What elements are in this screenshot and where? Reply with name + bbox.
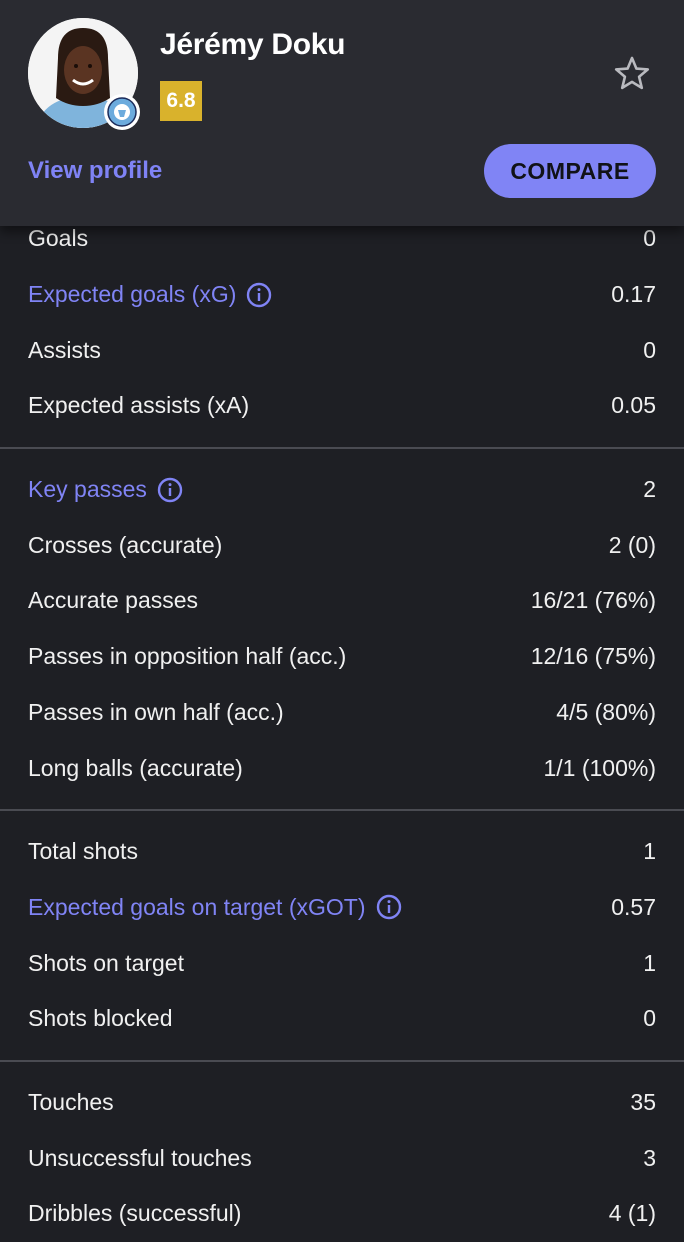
stat-label-text: Accurate passes xyxy=(28,587,199,614)
info-circle-icon[interactable] xyxy=(147,477,183,503)
stat-label-text: Total shots xyxy=(28,838,138,865)
stat-label: Long balls (accurate) xyxy=(28,755,243,782)
stat-label[interactable]: Key passes xyxy=(28,476,183,503)
stat-label: Goals xyxy=(28,225,88,252)
stat-label-text: Unsuccessful touches xyxy=(28,1144,252,1171)
player-rating-badge: 6.8 xyxy=(160,81,202,121)
stat-label: Crosses (accurate) xyxy=(28,532,222,559)
section-divider xyxy=(0,446,684,449)
stat-row: Shots on target 1 xyxy=(0,935,684,991)
stat-row: Passes in opposition half (acc.) 12/16 (7… xyxy=(0,629,684,685)
stat-row: Accurate passes 16/21 (76%) xyxy=(0,573,684,629)
stat-label-text: Touches xyxy=(28,1088,114,1115)
stat-value: 2 xyxy=(643,476,656,503)
stat-label-text: Passes in own half (acc.) xyxy=(28,698,284,725)
stat-value: 0 xyxy=(643,225,656,252)
stat-value: 3 xyxy=(643,1144,656,1171)
stat-row: Shots blocked 0 xyxy=(0,991,684,1047)
player-header: Jérémy Doku 6.8 View profile COMPARE xyxy=(0,0,684,226)
stat-value: 1 xyxy=(643,838,656,865)
stat-label: Unsuccessful touches xyxy=(28,1145,252,1172)
stat-row: Long balls (accurate) 1/1 (100%) xyxy=(0,740,684,796)
stat-label-text: Assists xyxy=(28,336,101,363)
stat-value: 4 (1) xyxy=(608,1200,656,1227)
stat-value: 1 xyxy=(643,949,656,976)
stat-value: 0 xyxy=(643,336,656,363)
stat-label-text: Shots on target xyxy=(28,949,184,976)
stat-label: Expected assists (xA) xyxy=(28,392,249,419)
view-profile-link[interactable]: View profile xyxy=(28,157,162,185)
stat-value: 12/16 (75%) xyxy=(530,643,656,670)
stat-row[interactable]: Expected goals on target (xGOT) 0.57 xyxy=(0,880,684,936)
stat-value: 0 xyxy=(643,1005,656,1032)
stat-label: Passes in opposition half (acc.) xyxy=(28,643,346,670)
stat-label-text: Passes in opposition half (acc.) xyxy=(28,643,347,670)
stats-list: Goals 0 Expected goals (xG) 0.17 Assists 0 Exp… xyxy=(0,211,684,1242)
stat-label[interactable]: Expected goals on target (xGOT) xyxy=(28,894,402,921)
section-divider xyxy=(0,1059,684,1062)
club-crest-icon xyxy=(104,94,140,130)
stat-label: Total shots xyxy=(28,838,138,865)
stat-row[interactable]: Key passes 2 xyxy=(0,462,684,518)
star-outline-icon[interactable] xyxy=(612,54,652,94)
stat-label: Shots on target xyxy=(28,950,184,977)
stat-value: 4/5 (80%) xyxy=(556,698,656,725)
stat-label: Accurate passes xyxy=(28,587,198,614)
stat-label: Passes in own half (acc.) xyxy=(28,699,284,726)
stat-value: 1/1 (100%) xyxy=(543,754,656,781)
stat-value: 0.57 xyxy=(611,893,656,920)
stat-row: Passes in own half (acc.) 4/5 (80%) xyxy=(0,685,684,741)
stat-row: Expected assists (xA) 0.05 xyxy=(0,378,684,434)
stat-value: 16/21 (76%) xyxy=(530,587,656,614)
section-divider xyxy=(0,808,684,811)
stat-label-text: Shots blocked xyxy=(28,1005,173,1032)
stat-label: Shots blocked xyxy=(28,1005,172,1032)
stat-value: 0.17 xyxy=(611,281,656,308)
stat-value: 0.05 xyxy=(611,392,656,419)
stat-label-text: Goals xyxy=(28,225,89,252)
stat-row[interactable]: Expected goals (xG) 0.17 xyxy=(0,267,684,323)
stat-row: Crosses (accurate) 2 (0) xyxy=(0,517,684,573)
stat-label[interactable]: Expected goals (xG) xyxy=(28,281,272,308)
stat-value: 2 (0) xyxy=(608,531,656,558)
stat-row: Assists 0 xyxy=(0,322,684,378)
stat-label-text: Crosses (accurate) xyxy=(28,531,223,558)
stat-label: Dribbles (successful) xyxy=(28,1200,241,1227)
info-circle-icon[interactable] xyxy=(236,282,272,308)
stat-label: Assists xyxy=(28,337,101,364)
stat-label-text: Expected goals (xG) xyxy=(28,281,237,308)
stat-label: Touches xyxy=(28,1089,114,1116)
stat-row: Dribbles (successful) 4 (1) xyxy=(0,1186,684,1242)
stat-label-text: Dribbles (successful) xyxy=(28,1200,242,1227)
stat-row: Touches 35 xyxy=(0,1075,684,1131)
stat-label-text: Long balls (accurate) xyxy=(28,754,243,781)
stat-row: Total shots 1 xyxy=(0,824,684,880)
stat-row: Unsuccessful touches 3 xyxy=(0,1130,684,1186)
info-circle-icon[interactable] xyxy=(366,894,402,920)
stat-label-text: Key passes xyxy=(28,476,147,503)
stat-label-text: Expected assists (xA) xyxy=(28,392,250,419)
compare-button[interactable]: COMPARE xyxy=(484,144,656,198)
stat-value: 35 xyxy=(630,1088,656,1115)
stat-label-text: Expected goals on target (xGOT) xyxy=(28,893,366,920)
player-name: Jérémy Doku xyxy=(160,28,346,61)
